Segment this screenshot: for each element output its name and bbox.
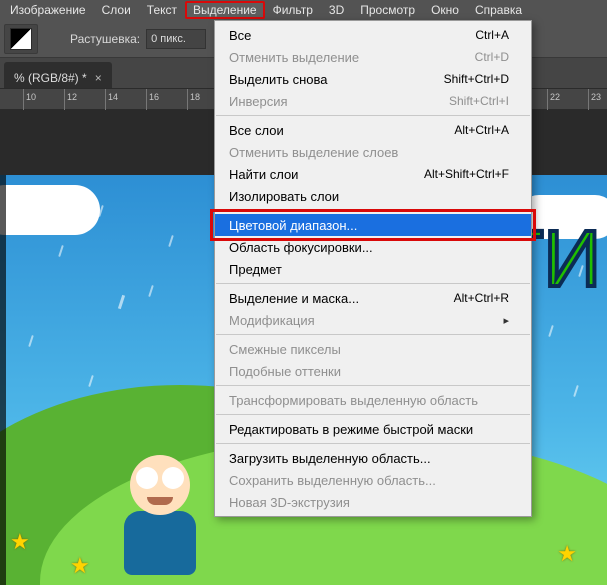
menu-separator [216, 115, 530, 116]
menu-item-help[interactable]: Справка [467, 1, 530, 19]
ruler-label: 23 [591, 92, 601, 102]
submenu-arrow-icon: ▸ [503, 314, 509, 327]
feather-label: Растушевка: [70, 32, 140, 46]
menu-command: Отменить выделение Ctrl+D [215, 46, 531, 68]
artwork-cloud [0, 185, 100, 235]
menu-separator [216, 443, 530, 444]
ruler-label: 12 [67, 92, 77, 102]
menu-separator [216, 414, 530, 415]
menu-command-label: Сохранить выделенную область... [229, 473, 436, 488]
menu-command[interactable]: Область фокусировки... [215, 236, 531, 258]
menu-command-label: Трансформировать выделенную область [229, 393, 478, 408]
menu-command-label: Изолировать слои [229, 189, 339, 204]
menu-shortcut: Shift+Ctrl+I [449, 94, 509, 108]
menu-command: Смежные пикселы [215, 338, 531, 360]
ruler-tick [23, 89, 24, 111]
menu-command[interactable]: Найти слои Alt+Shift+Ctrl+F [215, 163, 531, 185]
menu-command-label: Отменить выделение слоев [229, 145, 398, 160]
canvas-edge-shadow [0, 175, 6, 585]
menu-command-label: Редактировать в режиме быстрой маски [229, 422, 473, 437]
document-tab[interactable]: % (RGB/8#) * × [4, 62, 112, 88]
menu-command-label: Все слои [229, 123, 284, 138]
menu-command-label: Найти слои [229, 167, 298, 182]
select-menu-dropdown: Все Ctrl+A Отменить выделение Ctrl+D Выделит… [214, 20, 532, 517]
menu-command-label: Все [229, 28, 251, 43]
foreground-background-swatch-icon [10, 28, 32, 50]
menu-command-label: Модификация [229, 313, 315, 328]
menu-shortcut: Alt+Ctrl+A [454, 123, 509, 137]
menu-shortcut: Shift+Ctrl+D [444, 72, 509, 86]
menu-command: Инверсия Shift+Ctrl+I [215, 90, 531, 112]
ruler-tick [64, 89, 65, 111]
menu-command-label: Предмет [229, 262, 282, 277]
menu-command-label: Инверсия [229, 94, 288, 109]
menu-command[interactable]: Редактировать в режиме быстрой маски [215, 418, 531, 440]
menu-command-label: Отменить выделение [229, 50, 359, 65]
feather-input[interactable] [146, 29, 206, 49]
menu-command: Сохранить выделенную область... [215, 469, 531, 491]
menu-command-label: Подобные оттенки [229, 364, 341, 379]
menu-item-image[interactable]: Изображение [2, 1, 94, 19]
menu-command[interactable]: Предмет [215, 258, 531, 280]
menu-command: Новая 3D-экструзия [215, 491, 531, 513]
menu-command-label: Цветовой диапазон... [229, 218, 357, 233]
menu-command[interactable]: Все слои Alt+Ctrl+A [215, 119, 531, 141]
menu-item-layers[interactable]: Слои [94, 1, 139, 19]
tool-preset-button[interactable] [4, 24, 38, 54]
menu-item-select[interactable]: Выделение [185, 1, 265, 19]
ruler-label: 22 [550, 92, 560, 102]
document-tab-title: % (RGB/8#) * [14, 71, 87, 85]
menu-bar: Изображение Слои Текст Выделение Фильтр … [0, 0, 607, 20]
ruler-tick [187, 89, 188, 111]
artwork-star-icon: ★ [557, 541, 577, 567]
menu-command-label: Новая 3D-экструзия [229, 495, 350, 510]
menu-command[interactable]: Изолировать слои [215, 185, 531, 207]
menu-command: Модификация ▸ [215, 309, 531, 331]
menu-item-window[interactable]: Окно [423, 1, 467, 19]
menu-separator [216, 283, 530, 284]
artwork-star-icon: ★ [10, 529, 30, 555]
ruler-tick [146, 89, 147, 111]
menu-command[interactable]: Цветовой диапазон... [215, 214, 531, 236]
menu-command-label: Область фокусировки... [229, 240, 373, 255]
ruler-label: 16 [149, 92, 159, 102]
ruler-tick [105, 89, 106, 111]
artwork-star-icon: ★ [70, 553, 90, 579]
menu-shortcut: Ctrl+A [475, 28, 509, 42]
menu-command[interactable]: Выделение и маска... Alt+Ctrl+R [215, 287, 531, 309]
ruler-tick [547, 89, 548, 111]
menu-command[interactable]: Выделить снова Shift+Ctrl+D [215, 68, 531, 90]
menu-command-label: Смежные пикселы [229, 342, 341, 357]
menu-item-text[interactable]: Текст [139, 1, 185, 19]
menu-command-label: Выделить снова [229, 72, 327, 87]
close-icon[interactable]: × [95, 71, 102, 85]
menu-item-3d[interactable]: 3D [321, 1, 352, 19]
ruler-label: 10 [26, 92, 36, 102]
menu-command[interactable]: Загрузить выделенную область... [215, 447, 531, 469]
menu-command: Подобные оттенки [215, 360, 531, 382]
menu-shortcut: Alt+Ctrl+R [454, 291, 509, 305]
menu-command[interactable]: Все Ctrl+A [215, 24, 531, 46]
menu-shortcut: Ctrl+D [475, 50, 509, 64]
menu-separator [216, 385, 530, 386]
menu-separator [216, 210, 530, 211]
menu-command: Трансформировать выделенную область [215, 389, 531, 411]
ruler-tick [588, 89, 589, 111]
menu-item-filter[interactable]: Фильтр [265, 1, 321, 19]
menu-shortcut: Alt+Shift+Ctrl+F [424, 167, 509, 181]
menu-command-label: Загрузить выделенную область... [229, 451, 431, 466]
menu-item-view[interactable]: Просмотр [352, 1, 423, 19]
menu-separator [216, 334, 530, 335]
menu-command: Отменить выделение слоев [215, 141, 531, 163]
menu-command-label: Выделение и маска... [229, 291, 359, 306]
ruler-label: 14 [108, 92, 118, 102]
artwork-character [120, 455, 200, 575]
ruler-label: 18 [190, 92, 200, 102]
